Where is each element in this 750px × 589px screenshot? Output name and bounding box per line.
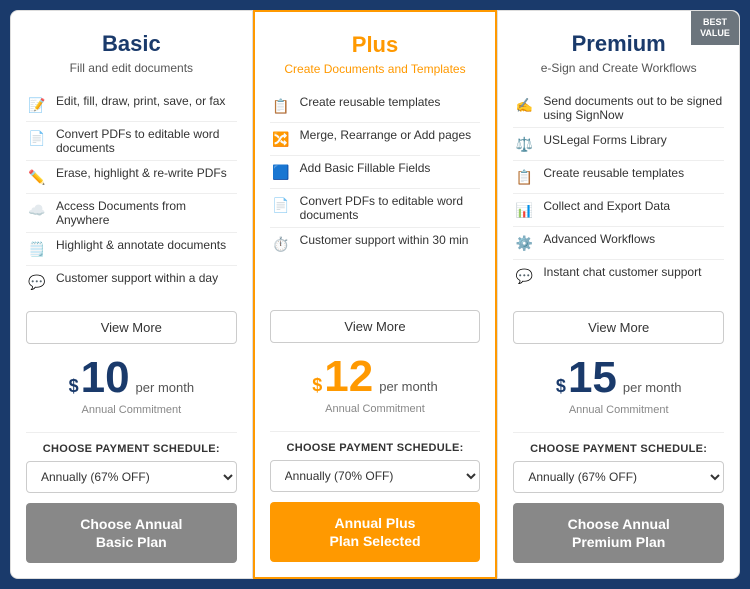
best-value-badge: BESTVALUE <box>691 11 739 45</box>
feature-icon: ✏️ <box>26 166 48 188</box>
feature-item: 🟦 Add Basic Fillable Fields <box>270 156 481 189</box>
price-amount-plus: 12 <box>324 355 373 399</box>
feature-list-premium: ✍️ Send documents out to be signed using… <box>513 89 724 299</box>
plan-subtitle-premium: e-Sign and Create Workflows <box>513 61 724 75</box>
feature-item: 💬 Customer support within a day <box>26 266 237 298</box>
plan-title-plus: Plus <box>270 32 481 58</box>
feature-item: 📊 Collect and Export Data <box>513 194 724 227</box>
price-amount-premium: 15 <box>568 356 617 400</box>
feature-item: 🗒️ Highlight & annotate documents <box>26 233 237 266</box>
feature-icon: ⚙️ <box>513 232 535 254</box>
plans-container: Basic Fill and edit documents 📝 Edit, fil… <box>10 10 740 579</box>
feature-text: Merge, Rearrange or Add pages <box>300 128 471 142</box>
feature-text: Highlight & annotate documents <box>56 238 226 252</box>
feature-item: ⚙️ Advanced Workflows <box>513 227 724 260</box>
divider-premium <box>513 432 724 433</box>
feature-icon: 🟦 <box>270 161 292 183</box>
feature-icon: 📋 <box>270 95 292 117</box>
feature-text: Edit, fill, draw, print, save, or fax <box>56 94 225 108</box>
payment-select-premium[interactable]: Annually (67% OFF)Monthly <box>513 461 724 493</box>
divider-basic <box>26 432 237 433</box>
feature-text: Add Basic Fillable Fields <box>300 161 431 175</box>
payment-select-basic[interactable]: Annually (67% OFF)Monthly <box>26 461 237 493</box>
annual-commitment-plus: Annual Commitment <box>270 403 481 415</box>
plan-subtitle-plus: Create Documents and Templates <box>270 62 481 76</box>
plan-card-basic: Basic Fill and edit documents 📝 Edit, fil… <box>10 10 253 579</box>
payment-schedule-label-basic: CHOOSE PAYMENT SCHEDULE: <box>26 443 237 455</box>
feature-list-basic: 📝 Edit, fill, draw, print, save, or fax … <box>26 89 237 299</box>
price-period-basic: per month <box>136 380 195 395</box>
payment-schedule-label-plus: CHOOSE PAYMENT SCHEDULE: <box>270 442 481 454</box>
feature-icon: 🗒️ <box>26 238 48 260</box>
feature-item: ✍️ Send documents out to be signed using… <box>513 89 724 128</box>
divider-plus <box>270 431 481 432</box>
feature-text: Erase, highlight & re-write PDFs <box>56 166 227 180</box>
feature-item: 💬 Instant chat customer support <box>513 260 724 292</box>
feature-item: 📋 Create reusable templates <box>513 161 724 194</box>
feature-text: Convert PDFs to editable word documents <box>300 194 481 222</box>
feature-text: Convert PDFs to editable word documents <box>56 127 237 155</box>
price-dollar-premium: $ <box>556 376 566 397</box>
feature-list-plus: 📋 Create reusable templates 🔀 Merge, Rea… <box>270 90 481 298</box>
feature-text: Access Documents from Anywhere <box>56 199 237 227</box>
feature-text: Create reusable templates <box>300 95 441 109</box>
plan-card-plus: Plus Create Documents and Templates 📋 Cre… <box>253 10 498 579</box>
feature-text: Advanced Workflows <box>543 232 655 246</box>
feature-icon: 💬 <box>513 265 535 287</box>
feature-icon: 🔀 <box>270 128 292 150</box>
feature-text: Customer support within a day <box>56 271 218 285</box>
payment-select-plus[interactable]: Annually (70% OFF)Monthly <box>270 460 481 492</box>
price-dollar-basic: $ <box>69 376 79 397</box>
feature-text: Create reusable templates <box>543 166 684 180</box>
price-section-basic: $ 10 per month <box>26 356 237 400</box>
feature-icon: 📊 <box>513 199 535 221</box>
feature-text: Send documents out to be signed using Si… <box>543 94 724 122</box>
feature-icon: ✍️ <box>513 94 535 116</box>
feature-item: 📄 Convert PDFs to editable word document… <box>270 189 481 228</box>
annual-commitment-basic: Annual Commitment <box>26 404 237 416</box>
payment-schedule-label-premium: CHOOSE PAYMENT SCHEDULE: <box>513 443 724 455</box>
feature-icon: 💬 <box>26 271 48 293</box>
feature-item: ✏️ Erase, highlight & re-write PDFs <box>26 161 237 194</box>
feature-item: 🔀 Merge, Rearrange or Add pages <box>270 123 481 156</box>
feature-text: USLegal Forms Library <box>543 133 666 147</box>
choose-plan-button-plus[interactable]: Annual PlusPlan Selected <box>270 502 481 562</box>
feature-item: 📋 Create reusable templates <box>270 90 481 123</box>
feature-icon: 📝 <box>26 94 48 116</box>
price-period-plus: per month <box>379 379 438 394</box>
feature-item: ☁️ Access Documents from Anywhere <box>26 194 237 233</box>
feature-item: 📝 Edit, fill, draw, print, save, or fax <box>26 89 237 122</box>
price-section-premium: $ 15 per month <box>513 356 724 400</box>
choose-plan-button-premium[interactable]: Choose AnnualPremium Plan <box>513 503 724 563</box>
price-amount-basic: 10 <box>81 356 130 400</box>
feature-icon: ⚖️ <box>513 133 535 155</box>
feature-item: ⚖️ USLegal Forms Library <box>513 128 724 161</box>
view-more-button-plus[interactable]: View More <box>270 310 481 343</box>
feature-text: Customer support within 30 min <box>300 233 469 247</box>
plan-subtitle-basic: Fill and edit documents <box>26 61 237 75</box>
feature-item: 📄 Convert PDFs to editable word document… <box>26 122 237 161</box>
feature-text: Instant chat customer support <box>543 265 701 279</box>
annual-commitment-premium: Annual Commitment <box>513 404 724 416</box>
choose-plan-button-basic[interactable]: Choose AnnualBasic Plan <box>26 503 237 563</box>
price-section-plus: $ 12 per month <box>270 355 481 399</box>
plan-title-basic: Basic <box>26 31 237 57</box>
view-more-button-premium[interactable]: View More <box>513 311 724 344</box>
feature-text: Collect and Export Data <box>543 199 670 213</box>
feature-icon: ☁️ <box>26 199 48 221</box>
feature-item: ⏱️ Customer support within 30 min <box>270 228 481 260</box>
feature-icon: 📄 <box>270 194 292 216</box>
price-period-premium: per month <box>623 380 682 395</box>
price-dollar-plus: $ <box>312 375 322 396</box>
feature-icon: 📋 <box>513 166 535 188</box>
plan-card-premium: BESTVALUEPremiume-Sign and Create Workfl… <box>497 10 740 579</box>
view-more-button-basic[interactable]: View More <box>26 311 237 344</box>
feature-icon: ⏱️ <box>270 233 292 255</box>
feature-icon: 📄 <box>26 127 48 149</box>
